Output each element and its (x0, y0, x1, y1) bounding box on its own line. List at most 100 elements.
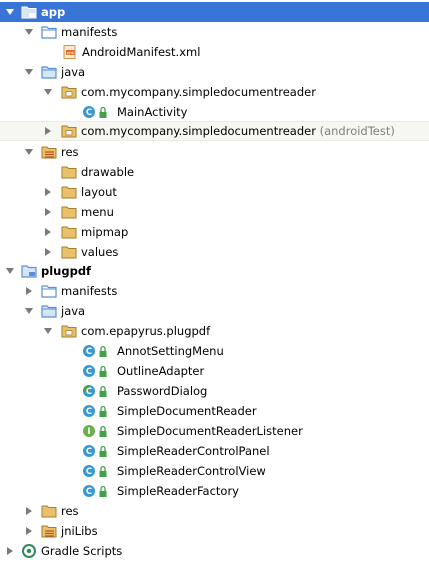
tree-row-drawable[interactable]: drawable (0, 162, 429, 182)
tree-row-androidmanifest[interactable]: xml AndroidManifest.xml (0, 42, 429, 62)
tree-row-label: MainActivity (117, 105, 188, 119)
triangle-down-icon[interactable] (24, 67, 34, 77)
triangle-down-icon[interactable] (24, 27, 34, 37)
tree-row-label: Gradle Scripts (41, 544, 123, 558)
tree-row-label: res (61, 145, 79, 159)
tree-row-class[interactable]: C PasswordDialog (0, 381, 429, 401)
project-tree: app manifests xml AndroidManifest.xml ja… (0, 0, 429, 562)
triangle-right-icon[interactable] (43, 247, 53, 257)
class-c-icon: C (83, 345, 95, 357)
folder-icon (61, 166, 77, 179)
triangle-down-icon[interactable] (5, 7, 15, 17)
lock-badge-icon (99, 465, 107, 477)
svg-text:C: C (86, 487, 92, 497)
tree-row-class[interactable]: C AnnotSettingMenu (0, 341, 429, 361)
tree-row-label: SimpleReaderFactory (117, 484, 239, 498)
tree-row-gradle-scripts[interactable]: Gradle Scripts (0, 541, 429, 561)
svg-text:C: C (86, 108, 92, 118)
tree-row-label: SimpleReaderControlView (117, 464, 266, 478)
lock-badge-icon (99, 365, 107, 377)
triangle-right-icon[interactable] (24, 526, 34, 536)
tree-row-interface[interactable]: I SimpleDocumentReaderListener (0, 421, 429, 441)
class-c-icon: C (83, 385, 95, 397)
svg-text:xml: xml (66, 50, 74, 56)
triangle-down-icon[interactable] (24, 306, 34, 316)
tree-row-class[interactable]: C OutlineAdapter (0, 361, 429, 381)
tree-row-manifests[interactable]: manifests (0, 22, 429, 42)
triangle-right-icon[interactable] (24, 286, 34, 296)
triangle-down-icon[interactable] (5, 266, 15, 276)
folder-icon (61, 206, 77, 219)
tree-row-values[interactable]: values (0, 242, 429, 262)
tree-row-jnilibs[interactable]: jniLibs (0, 521, 429, 541)
tree-row-class[interactable]: C SimpleReaderFactory (0, 481, 429, 501)
tree-row-label: mipmap (81, 225, 129, 239)
svg-text:C: C (86, 407, 92, 417)
tree-row-java[interactable]: java (0, 62, 429, 82)
class-c-icon: C (83, 365, 95, 377)
class-c-icon: C (83, 106, 95, 118)
tree-row-label: OutlineAdapter (117, 364, 205, 378)
tree-row-label: SimpleReaderControlPanel (117, 444, 270, 458)
gradle-icon (22, 544, 36, 558)
tree-row-mainactivity[interactable]: C MainActivity (0, 102, 429, 122)
triangle-down-icon[interactable] (24, 147, 34, 157)
triangle-right-icon[interactable] (5, 546, 15, 556)
interface-i-icon: I (83, 425, 95, 437)
package-icon (61, 125, 77, 138)
triangle-right-icon[interactable] (24, 506, 34, 516)
class-c-icon: C (83, 445, 95, 457)
triangle-right-icon[interactable] (43, 126, 53, 136)
tree-row-class[interactable]: C SimpleDocumentReader (0, 401, 429, 421)
lock-badge-icon (99, 425, 107, 437)
tree-row-label: AnnotSettingMenu (117, 344, 224, 358)
xml-file-icon: xml (63, 45, 76, 59)
folder-icon (41, 285, 57, 298)
tree-row-package-main[interactable]: com.mycompany.simpledocumentreader (0, 82, 429, 102)
triangle-right-icon[interactable] (43, 187, 53, 197)
lock-badge-icon (99, 445, 107, 457)
triangle-right-icon[interactable] (43, 207, 53, 217)
tree-row-plugpdf[interactable]: plugpdf (0, 261, 429, 281)
folder-icon (61, 246, 77, 259)
tree-row-res[interactable]: res (0, 501, 429, 521)
tree-row-suffix: (androidTest) (319, 124, 395, 138)
folder-icon (61, 226, 77, 239)
tree-row-label: com.mycompany.simpledocumentreader (andr… (81, 124, 395, 138)
tree-row-class[interactable]: C SimpleReaderControlPanel (0, 441, 429, 461)
tree-row-label: SimpleDocumentReader (117, 404, 257, 418)
module-folder-icon (21, 265, 37, 278)
tree-row-app[interactable]: app (0, 2, 429, 22)
tree-row-label: res (61, 504, 79, 518)
tree-row-label: manifests (61, 284, 118, 298)
tree-row-label: SimpleDocumentReaderListener (117, 424, 303, 438)
lock-badge-icon (99, 405, 107, 417)
tree-row-label: java (61, 304, 86, 318)
tree-row-menu[interactable]: menu (0, 202, 429, 222)
tree-row-label: drawable (81, 165, 135, 179)
tree-row-class[interactable]: C SimpleReaderControlView (0, 461, 429, 481)
svg-text:C: C (86, 387, 92, 397)
svg-text:C: C (86, 447, 92, 457)
folder-icon (61, 186, 77, 199)
tree-row-manifests[interactable]: manifests (0, 281, 429, 301)
tree-row-mipmap[interactable]: mipmap (0, 222, 429, 242)
tree-row-label: com.epapyrus.plugpdf (81, 324, 211, 338)
tree-row-label: values (81, 245, 119, 259)
lock-badge-icon (99, 485, 107, 497)
tree-row-package-plugpdf[interactable]: com.epapyrus.plugpdf (0, 321, 429, 341)
tree-row-res[interactable]: res (0, 142, 429, 162)
tree-row-label: AndroidManifest.xml (82, 45, 201, 59)
tree-row-package-androidtest[interactable]: com.mycompany.simpledocumentreader (andr… (0, 121, 429, 141)
tree-row-layout[interactable]: layout (0, 182, 429, 202)
svg-text:C: C (86, 367, 92, 377)
folder-icon (41, 505, 57, 518)
lock-badge-icon (99, 106, 107, 118)
triangle-down-icon[interactable] (43, 87, 53, 97)
resources-folder-icon (41, 146, 57, 159)
tree-row-java[interactable]: java (0, 301, 429, 321)
triangle-down-icon[interactable] (43, 326, 53, 336)
triangle-right-icon[interactable] (43, 227, 53, 237)
tree-row-label: menu (81, 205, 114, 219)
svg-text:I: I (87, 427, 90, 437)
